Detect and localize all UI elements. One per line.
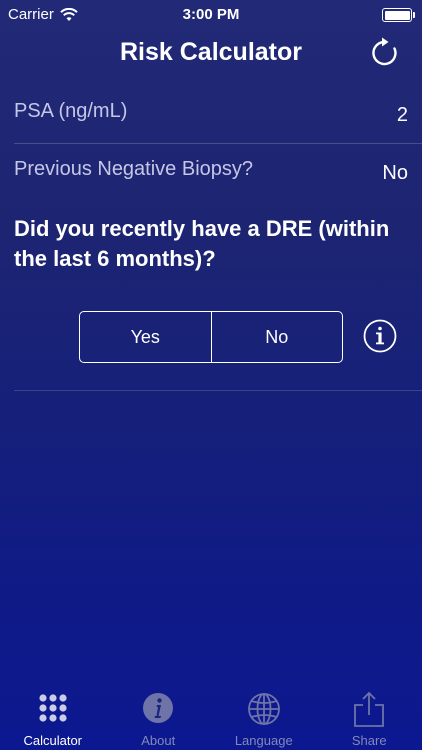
psa-label: PSA (ng/mL) (14, 100, 128, 122)
previous-biopsy-row[interactable]: Previous Negative Biopsy? No (0, 144, 422, 206)
psa-row[interactable]: PSA (ng/mL) 2 (0, 82, 422, 144)
status-time: 3:00 PM (182, 6, 240, 23)
tab-share-label: Share (351, 733, 387, 748)
psa-value[interactable]: 2 (397, 104, 408, 127)
previous-biopsy-label: Previous Negative Biopsy? (14, 158, 254, 180)
page-title: Risk Calculator (119, 38, 302, 66)
section-divider (14, 390, 422, 391)
battery-icon (382, 8, 415, 22)
globe-icon (247, 693, 280, 725)
tab-calculator-label: Calculator (23, 733, 83, 748)
info-circle-icon (143, 693, 174, 723)
previous-biopsy-value[interactable]: No (382, 162, 408, 185)
tab-about[interactable]: About (106, 690, 212, 750)
status-bar: Carrier 3:00 PM (0, 0, 422, 30)
tab-calculator[interactable]: Calculator (0, 690, 106, 750)
tab-share[interactable]: Share (317, 690, 422, 750)
grid-icon (39, 694, 67, 722)
dre-yes-button[interactable]: Yes (80, 312, 211, 362)
dre-no-button[interactable]: No (210, 312, 343, 362)
refresh-icon[interactable] (368, 36, 402, 70)
tab-language-label: Language (234, 733, 293, 748)
dre-question: Did you recently have a DRE (within the … (14, 216, 390, 271)
share-icon (354, 692, 385, 727)
dre-segmented-control[interactable]: Yes No (79, 311, 343, 363)
tab-bar: Calculator About Language Share (0, 690, 422, 750)
tab-about-label: About (141, 733, 176, 748)
info-icon[interactable] (362, 318, 398, 354)
tab-language[interactable]: Language (211, 690, 317, 750)
